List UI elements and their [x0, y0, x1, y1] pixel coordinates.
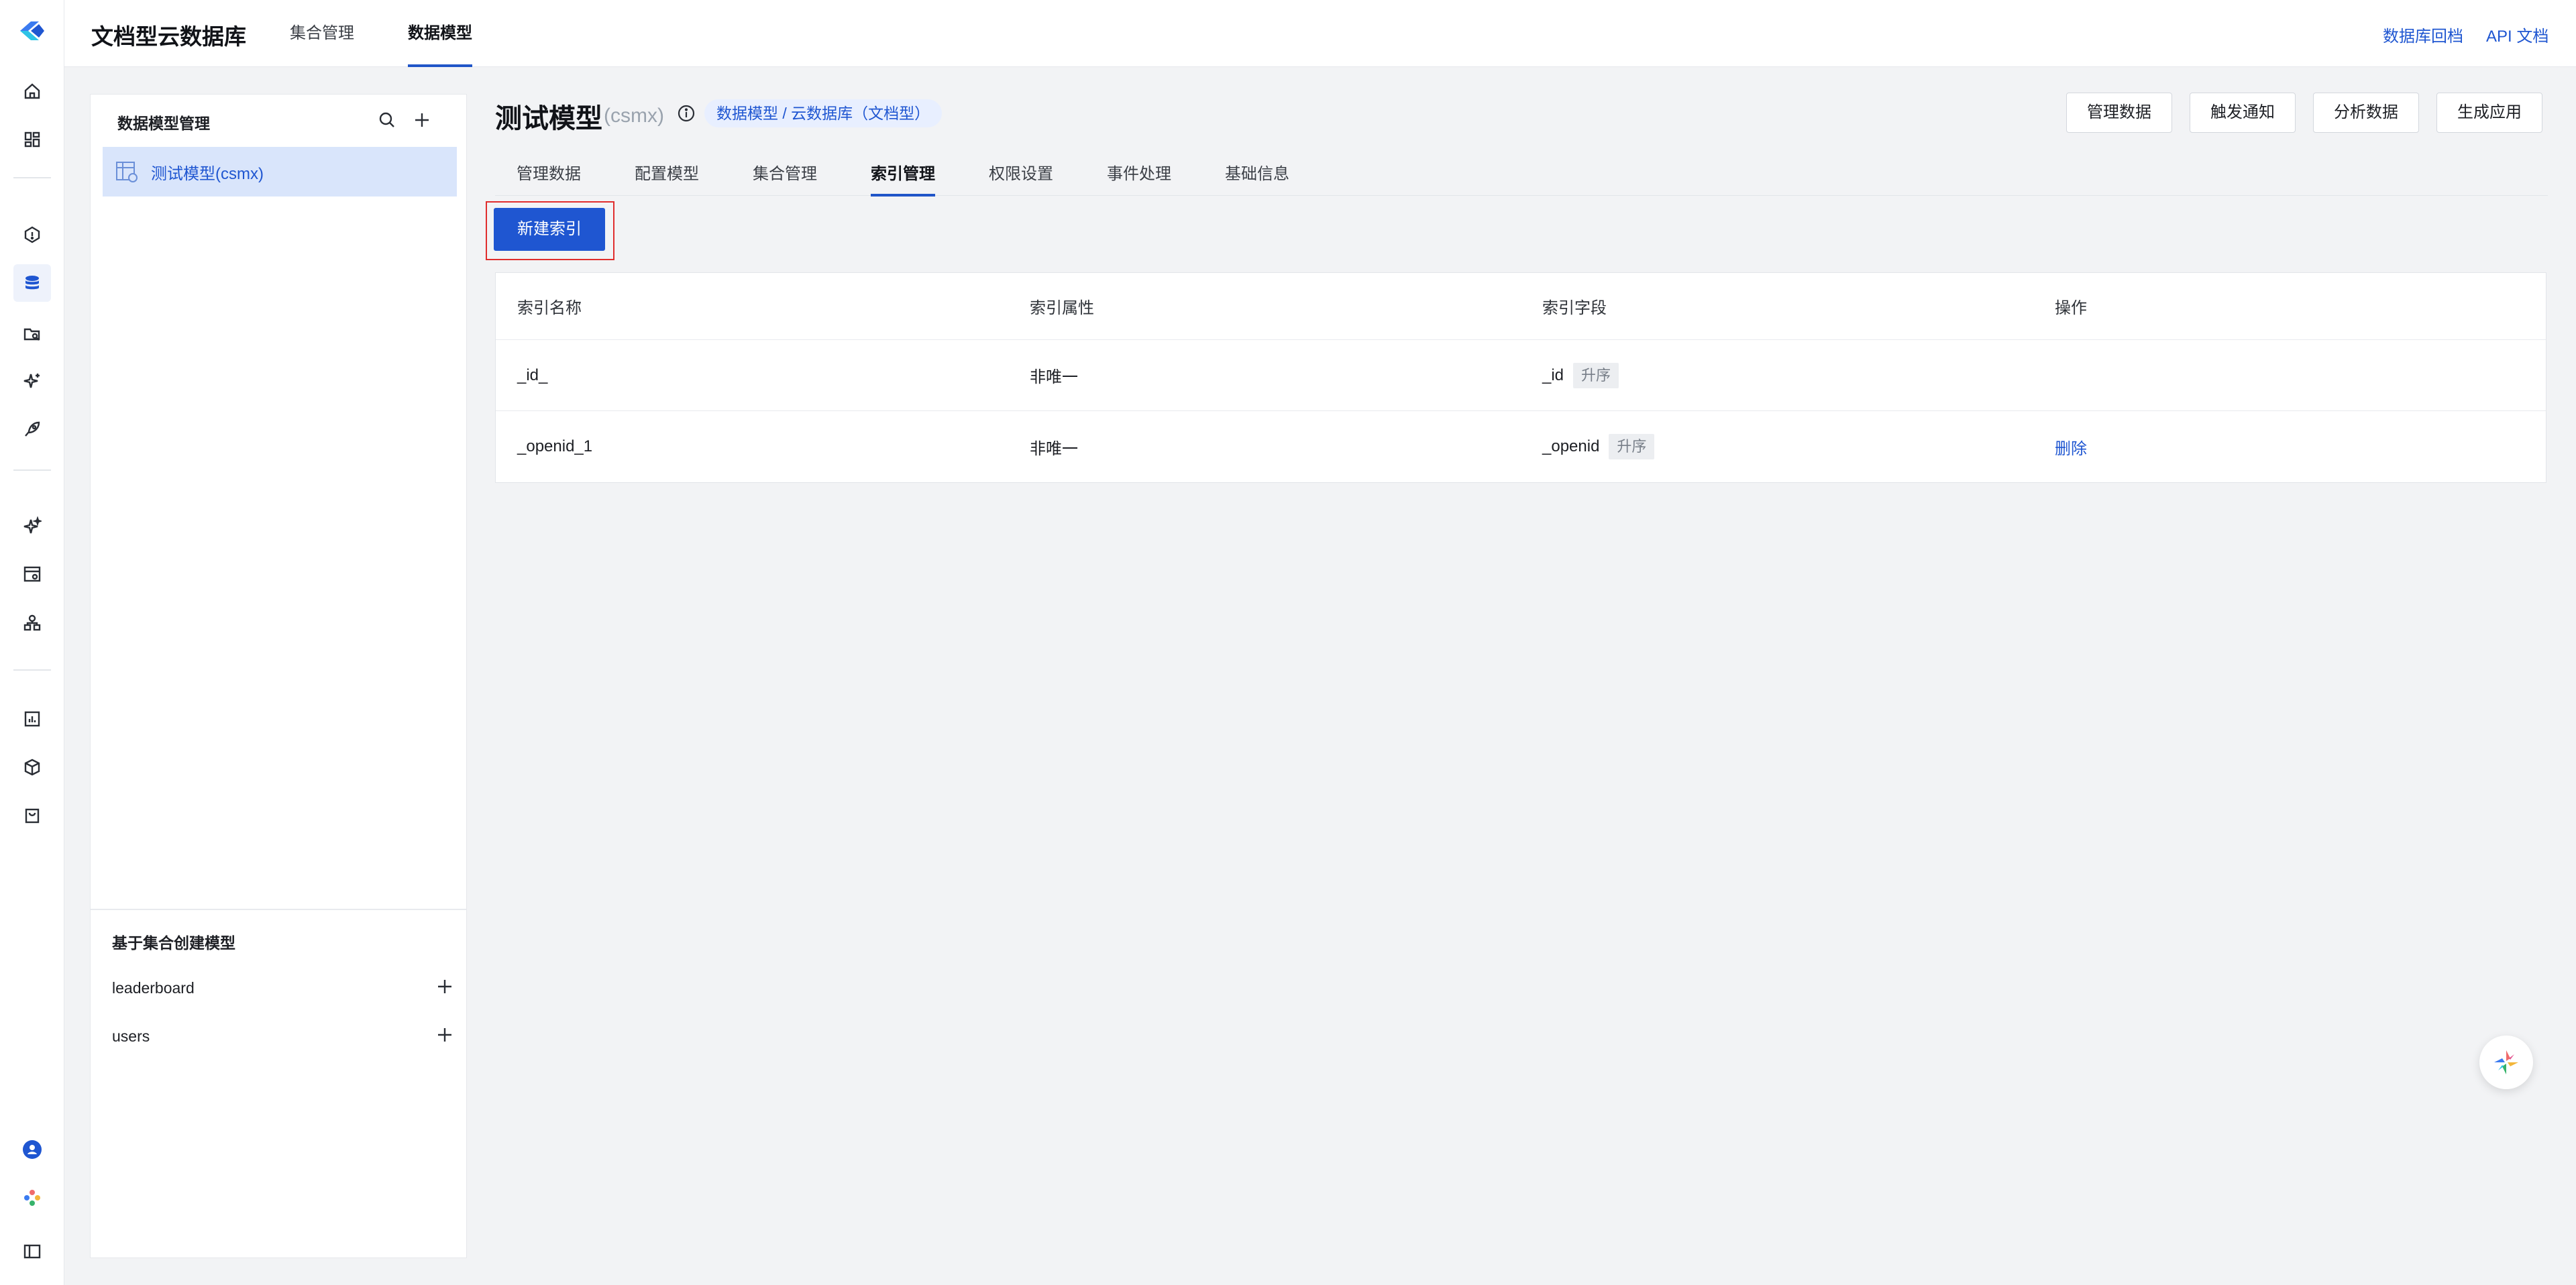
- index-name: _openid_1: [517, 437, 593, 455]
- app-title: 文档型云数据库: [91, 24, 246, 49]
- ai-sparkle-icon[interactable]: [19, 512, 46, 539]
- index-name: _id_: [517, 366, 548, 384]
- index-attr: 非唯一: [1030, 439, 1078, 458]
- api-docs-link[interactable]: API 文档: [2486, 23, 2548, 46]
- user-avatar-icon[interactable]: [19, 1136, 46, 1163]
- index-field-cell: _openid 升序: [1542, 411, 1655, 482]
- sidebar-toggle-icon[interactable]: [19, 1238, 46, 1265]
- collection-item-leaderboard[interactable]: leaderboard: [112, 974, 454, 1001]
- order-tag: 升序: [1573, 362, 1619, 388]
- cloudbase-logo-icon[interactable]: [16, 17, 48, 44]
- table-row: _id_ 非唯一 _id 升序: [496, 340, 2546, 411]
- rail-divider: [13, 669, 51, 671]
- model-item-csmx[interactable]: 测试模型(csmx): [103, 147, 457, 197]
- browser-icon[interactable]: [19, 561, 46, 588]
- generate-app-button[interactable]: 生成应用: [2436, 93, 2542, 133]
- table-model-icon: [115, 160, 139, 184]
- model-sidebar: 数据模型管理 测试模型(csmx) 基于集合创建模型 leaderboard u…: [90, 94, 467, 1258]
- add-icon[interactable]: [435, 1025, 454, 1048]
- collections-title: 基于集合创建模型: [112, 934, 235, 952]
- database-rollback-link[interactable]: 数据库回档: [2383, 23, 2463, 46]
- page-title: 测试模型: [495, 104, 602, 133]
- tab-permissions[interactable]: 权限设置: [989, 154, 1053, 196]
- collection-label: users: [112, 1027, 150, 1045]
- tab-event-handling[interactable]: 事件处理: [1107, 154, 1171, 196]
- hexagon-icon[interactable]: [19, 221, 46, 248]
- add-icon[interactable]: [435, 977, 454, 999]
- tab-basic-info[interactable]: 基础信息: [1225, 154, 1289, 196]
- user-network-icon[interactable]: [19, 609, 46, 636]
- index-field: _openid: [1542, 437, 1600, 455]
- folder-search-icon[interactable]: [19, 321, 46, 347]
- rail-divider: [13, 469, 51, 471]
- index-field: _id: [1542, 366, 1564, 384]
- breadcrumb[interactable]: 数据模型 / 云数据库（文档型）: [704, 99, 943, 127]
- delete-link[interactable]: 删除: [2055, 411, 2087, 482]
- tab-collection-management[interactable]: 集合管理: [753, 154, 817, 196]
- top-bar: 文档型云数据库 集合管理 数据模型 数据库回档 API 文档: [64, 0, 2576, 67]
- info-icon[interactable]: [676, 103, 696, 123]
- model-item-label: 测试模型(csmx): [151, 164, 264, 183]
- nav-data-model[interactable]: 数据模型: [408, 0, 472, 67]
- column-header: 索引属性: [1030, 299, 1094, 317]
- ai-assistant-button[interactable]: [2479, 1036, 2533, 1089]
- rail-divider: [13, 177, 51, 178]
- shopping-bag-icon[interactable]: [19, 802, 46, 829]
- index-table: 索引名称 索引属性 索引字段 操作 _id_ 非唯一 _id 升序 _openi…: [495, 272, 2546, 483]
- flower-icon[interactable]: [19, 1184, 46, 1211]
- table-header: 索引名称 索引属性 索引字段 操作: [496, 273, 2546, 340]
- database-icon[interactable]: [13, 264, 51, 302]
- column-header: 索引字段: [1542, 299, 1607, 317]
- index-attr: 非唯一: [1030, 368, 1078, 386]
- index-field-cell: _id 升序: [1542, 340, 1619, 410]
- nav-collection-management[interactable]: 集合管理: [290, 0, 354, 67]
- dashboard-icon[interactable]: [19, 126, 46, 153]
- collection-label: leaderboard: [112, 979, 195, 997]
- tab-index-management[interactable]: 索引管理: [871, 154, 935, 197]
- chart-icon[interactable]: [19, 706, 46, 732]
- manage-data-button[interactable]: 管理数据: [2066, 93, 2172, 133]
- rocket-icon[interactable]: [19, 416, 46, 443]
- trigger-notification-button[interactable]: 触发通知: [2190, 93, 2296, 133]
- search-icon[interactable]: [374, 107, 400, 133]
- tab-configure-model[interactable]: 配置模型: [635, 154, 699, 196]
- tab-manage-data[interactable]: 管理数据: [517, 154, 581, 196]
- column-header: 操作: [2055, 299, 2087, 317]
- sparkle-icon[interactable]: [19, 368, 46, 394]
- icon-rail: [0, 0, 64, 1285]
- add-model-icon[interactable]: [409, 107, 435, 133]
- cube-icon[interactable]: [19, 754, 46, 781]
- home-icon[interactable]: [19, 78, 46, 105]
- analyze-data-button[interactable]: 分析数据: [2313, 93, 2419, 133]
- panel-divider: [91, 909, 466, 910]
- column-header: 索引名称: [517, 299, 582, 317]
- main-content: 测试模型 (csmx) 数据模型 / 云数据库（文档型） 管理数据 触发通知 分…: [467, 67, 2576, 1285]
- new-index-button[interactable]: 新建索引: [494, 208, 605, 251]
- page-subtitle: (csmx): [604, 105, 664, 127]
- table-row: _openid_1 非唯一 _openid 升序 删除: [496, 411, 2546, 482]
- panel-title: 数据模型管理: [117, 115, 210, 132]
- model-tabs: 管理数据 配置模型 集合管理 索引管理 权限设置 事件处理 基础信息: [495, 154, 2548, 197]
- collection-item-users[interactable]: users: [112, 1023, 454, 1050]
- order-tag: 升序: [1609, 434, 1655, 459]
